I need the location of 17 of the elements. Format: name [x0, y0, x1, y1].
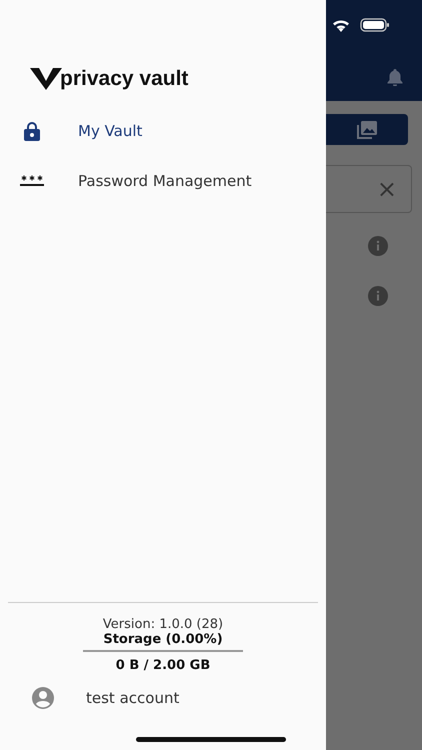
password-icon — [20, 175, 44, 187]
battery-icon — [360, 18, 390, 32]
images-icon — [356, 120, 378, 140]
info-icon[interactable] — [368, 236, 388, 256]
info-icon[interactable] — [368, 286, 388, 306]
menu-item[interactable]: Password Management — [0, 156, 326, 206]
account-item[interactable]: test account — [0, 673, 326, 709]
logo-text: privacy vault — [60, 67, 188, 91]
version-text: Version: 1.0.0 (28) — [102, 617, 224, 632]
menu-item[interactable]: My Vault — [0, 106, 326, 156]
storage-amount: 0 B / 2.00 GB — [116, 658, 210, 673]
logo-icon — [30, 68, 62, 90]
wifi-icon — [332, 18, 350, 32]
bell-icon[interactable] — [386, 68, 404, 86]
gallery-button[interactable] — [326, 114, 408, 145]
storage-label: Storage (0.00%) — [103, 632, 223, 647]
avatar-icon — [32, 687, 54, 709]
